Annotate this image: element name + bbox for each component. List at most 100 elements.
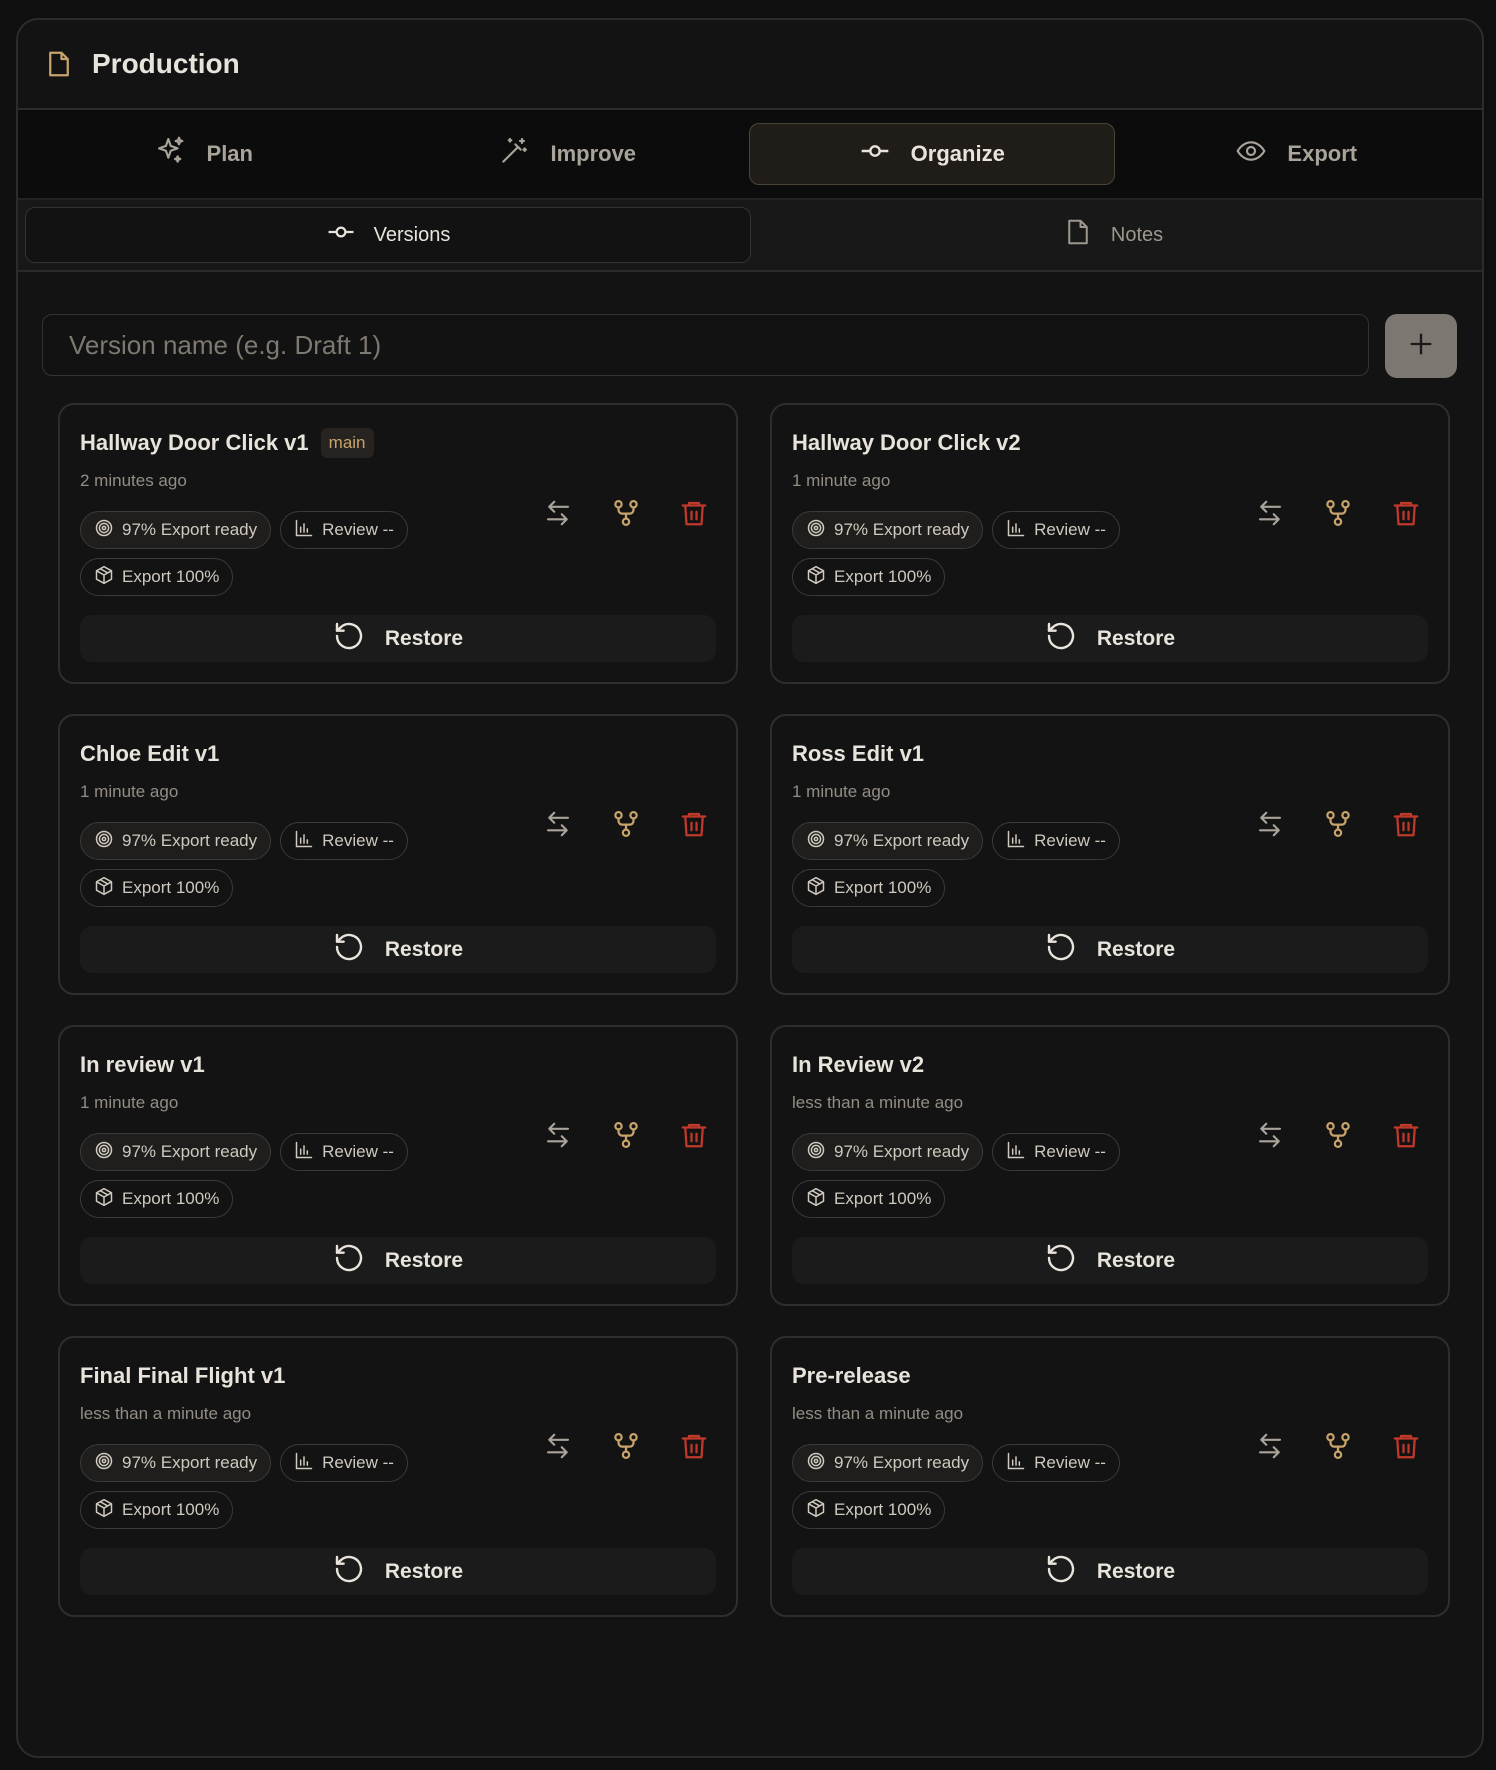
compare-button[interactable] (540, 1430, 576, 1466)
target-icon (94, 518, 114, 543)
version-actions (1252, 497, 1424, 533)
version-name: Chloe Edit v1 (80, 741, 220, 766)
restore-button[interactable]: Restore (80, 615, 716, 662)
branch-button[interactable] (1320, 808, 1356, 844)
tab-versions[interactable]: Versions (25, 207, 751, 263)
bar-chart-icon (294, 829, 314, 854)
package-icon (806, 1187, 826, 1212)
version-name-row: Pre-release (792, 1358, 1428, 1394)
restore-button[interactable]: Restore (80, 1548, 716, 1595)
delete-button[interactable] (676, 808, 712, 844)
bar-chart-icon (294, 1140, 314, 1165)
rotate-ccw-icon (1045, 1242, 1077, 1280)
version-timestamp: less than a minute ago (80, 1404, 252, 1423)
branch-button[interactable] (1320, 1430, 1356, 1466)
branch-button[interactable] (608, 1430, 644, 1466)
restore-button[interactable]: Restore (792, 1237, 1428, 1284)
delete-button[interactable] (1388, 497, 1424, 533)
review-badge: Review -- (992, 511, 1120, 549)
delete-button[interactable] (676, 497, 712, 533)
delete-button[interactable] (1388, 1430, 1424, 1466)
badge-label: Review -- (322, 520, 394, 539)
branch-button[interactable] (608, 808, 644, 844)
restore-button[interactable]: Restore (80, 1237, 716, 1284)
badge-label: Export 100% (834, 1500, 932, 1519)
arrows-swap-icon (543, 1431, 573, 1466)
badge-label: Review -- (1034, 1453, 1106, 1472)
compare-button[interactable] (1252, 497, 1288, 533)
production-panel: Production Plan Improve Organize Export (16, 18, 1484, 1758)
compare-button[interactable] (1252, 808, 1288, 844)
add-version-button[interactable] (1385, 314, 1457, 378)
version-actions (1252, 808, 1424, 844)
target-icon (806, 1140, 826, 1165)
git-fork-icon (1323, 809, 1353, 844)
badge-label: 97% Export ready (834, 1453, 970, 1472)
delete-button[interactable] (1388, 808, 1424, 844)
version-timestamp: 1 minute ago (80, 782, 179, 801)
export-ready-badge: 97% Export ready (792, 511, 984, 549)
compare-button[interactable] (540, 808, 576, 844)
badge-label: Review -- (1034, 831, 1106, 850)
delete-button[interactable] (676, 1430, 712, 1466)
branch-button[interactable] (1320, 1119, 1356, 1155)
trash-icon (679, 1431, 709, 1466)
arrows-swap-icon (543, 809, 573, 844)
rotate-ccw-icon (1045, 931, 1077, 969)
delete-button[interactable] (676, 1119, 712, 1155)
arrows-swap-icon (543, 1120, 573, 1155)
git-fork-icon (1323, 1431, 1353, 1466)
subtab-label: Notes (1110, 223, 1164, 246)
delete-button[interactable] (1388, 1119, 1424, 1155)
version-name: Final Final Flight v1 (80, 1363, 286, 1388)
compare-button[interactable] (540, 1119, 576, 1155)
rotate-ccw-icon (333, 931, 365, 969)
branch-button[interactable] (1320, 497, 1356, 533)
version-name: Pre-release (792, 1363, 911, 1388)
arrows-swap-icon (1255, 809, 1285, 844)
tab-improve[interactable]: Improve (386, 123, 750, 185)
badge-label: Review -- (322, 1142, 394, 1161)
badge-label: Export 100% (834, 567, 932, 586)
compare-button[interactable] (540, 497, 576, 533)
branch-button[interactable] (608, 497, 644, 533)
restore-label: Restore (1096, 937, 1176, 961)
target-icon (806, 1451, 826, 1476)
version-timestamp: 2 minutes ago (80, 471, 187, 490)
version-actions (1252, 1119, 1424, 1155)
trash-icon (1391, 1120, 1421, 1155)
badge-label: 97% Export ready (122, 1142, 258, 1161)
git-fork-icon (611, 809, 641, 844)
version-badges: 97% Export ready Review -- Export 100% (80, 1444, 460, 1529)
restore-button[interactable]: Restore (80, 926, 716, 973)
compare-button[interactable] (1252, 1430, 1288, 1466)
review-badge: Review -- (992, 822, 1120, 860)
export-ready-badge: 97% Export ready (792, 822, 984, 860)
tab-export[interactable]: Export (1115, 123, 1479, 185)
bar-chart-icon (1006, 1140, 1026, 1165)
version-card: Chloe Edit v1 1 minute ago 97% Export re… (58, 714, 738, 995)
version-name: In review v1 (80, 1052, 205, 1077)
export-ready-badge: 97% Export ready (792, 1133, 984, 1171)
compare-button[interactable] (1252, 1119, 1288, 1155)
trash-icon (679, 809, 709, 844)
package-icon (806, 1498, 826, 1523)
sparkles-icon (155, 135, 187, 173)
version-timestamp: 1 minute ago (80, 1093, 179, 1112)
arrows-swap-icon (543, 498, 573, 533)
version-name-input[interactable] (42, 314, 1369, 376)
restore-button[interactable]: Restore (792, 926, 1428, 973)
tab-notes[interactable]: Notes (751, 207, 1475, 263)
tab-plan[interactable]: Plan (22, 123, 386, 185)
export-badge: Export 100% (80, 869, 234, 907)
package-icon (806, 876, 826, 901)
restore-button[interactable]: Restore (792, 615, 1428, 662)
export-ready-badge: 97% Export ready (80, 1444, 272, 1482)
tab-organize[interactable]: Organize (749, 123, 1115, 185)
restore-button[interactable]: Restore (792, 1548, 1428, 1595)
git-fork-icon (1323, 498, 1353, 533)
branch-button[interactable] (608, 1119, 644, 1155)
rotate-ccw-icon (1045, 1553, 1077, 1591)
git-fork-icon (611, 1120, 641, 1155)
badge-label: Review -- (322, 1453, 394, 1472)
